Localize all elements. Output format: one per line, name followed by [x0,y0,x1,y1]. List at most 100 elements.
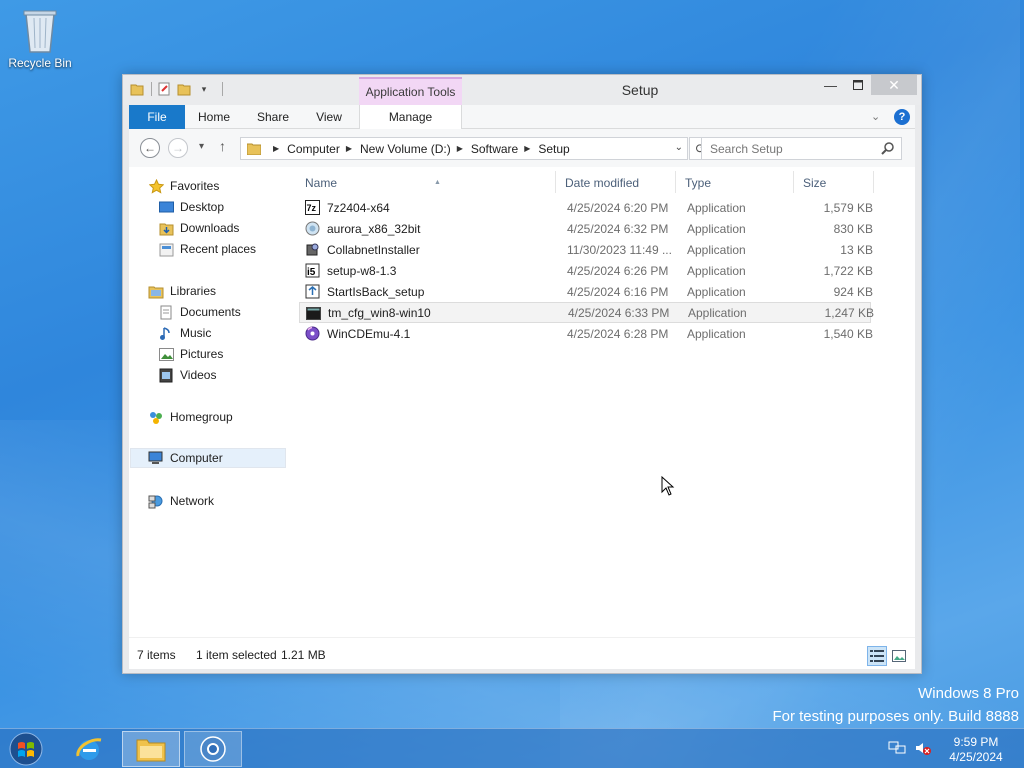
recycle-bin-label: Recycle Bin [8,56,72,70]
help-icon[interactable]: ? [894,109,910,125]
column-header-name[interactable]: Name ▲ [305,171,555,195]
system-clock[interactable]: 9:59 PM 4/25/2024 [936,735,1016,765]
sort-ascending-icon: ▲ [434,179,441,186]
tab-manage[interactable]: Manage [359,105,462,130]
search-box[interactable] [701,137,902,160]
startisback-icon [305,284,320,299]
explorer-window: ▾ Application Tools Setup — ✕ File Home … [122,74,922,674]
folder-icon [246,143,262,155]
file-list: Name ▲ Date modified Type Size 7z 7z2404-… [299,167,915,637]
column-header-size[interactable]: Size [799,171,873,195]
windows-logo-icon [9,732,43,766]
breadcrumb-new-volume[interactable]: New Volume (D:) ▶ [360,142,471,156]
address-bar[interactable]: ▶ Computer ▶ New Volume (D:) ▶ Software ▶ S… [240,137,688,160]
recycle-bin-icon [20,6,60,54]
file-row[interactable]: tm_cfg_win8-win10 4/25/2024 6:33 PM Applic… [299,302,874,323]
file-row[interactable]: 7z 7z2404-x64 4/25/2024 6:20 PM Application… [299,197,873,218]
homegroup-icon [148,409,164,425]
file-name: aurora_x86_32bit [327,221,421,236]
documents-icon [158,304,174,320]
maximize-button[interactable] [844,75,871,95]
file-type: Application [687,326,746,341]
toolbar-divider [151,82,152,96]
file-name: StartIsBack_setup [327,284,425,299]
start-button[interactable] [6,731,46,767]
file-size: 1,579 KB [823,200,873,215]
tab-file[interactable]: File [129,105,185,129]
breadcrumb-software[interactable]: Software ▶ [471,142,539,156]
nav-recent-places[interactable]: Recent places [158,239,256,259]
file-name: setup-w8-1.3 [327,263,397,278]
file-size: 1,247 KB [824,305,874,320]
file-date: 4/25/2024 6:33 PM [568,305,670,320]
back-button[interactable]: ← [140,138,160,158]
nav-computer[interactable]: Computer [130,448,286,468]
desktop-icon-recycle-bin[interactable]: Recycle Bin [6,6,74,70]
customize-toolbar-icon[interactable]: ▾ [196,81,212,97]
forward-button[interactable]: → [168,138,188,158]
watermark-build: For testing purposes only. Build 8888 [772,708,1019,725]
nav-favorites[interactable]: Favorites [148,176,219,196]
nav-libraries[interactable]: Libraries [148,281,216,301]
toolbar-divider [222,82,223,96]
taskbar-chrome[interactable] [184,731,242,767]
tab-view[interactable]: View [311,105,347,129]
up-button[interactable]: ↑ [219,138,226,154]
watermark-edition: Windows 8 Pro [918,685,1019,702]
file-date: 4/25/2024 6:16 PM [567,284,669,299]
mouse-cursor-icon [661,476,675,496]
recent-places-icon [158,241,174,257]
column-divider[interactable] [793,171,794,193]
file-explorer-icon [136,739,166,762]
network-status-icon[interactable] [888,740,906,759]
libraries-icon [148,283,164,299]
details-view-button[interactable] [867,646,887,666]
nav-music[interactable]: Music [158,323,211,343]
folder-icon[interactable] [129,81,145,97]
address-dropdown-icon[interactable]: ⌄ [675,142,683,153]
nav-pictures[interactable]: Pictures [158,344,223,364]
nav-label: Downloads [180,221,240,235]
file-row[interactable]: WinCDEmu-4.1 4/25/2024 6:28 PM Application… [299,323,873,344]
file-size: 1,722 KB [823,263,873,278]
search-input[interactable] [710,141,870,156]
new-folder-icon[interactable] [176,81,192,97]
nav-homegroup[interactable]: Homegroup [148,407,233,427]
status-bar: 7 items 1 item selected 1.21 MB [129,637,915,669]
nav-videos[interactable]: Videos [158,365,216,385]
title-bar[interactable]: ▾ Application Tools Setup — ✕ [123,75,921,105]
minimize-button[interactable]: — [817,75,844,95]
column-divider[interactable] [675,171,676,193]
column-header-type[interactable]: Type [681,171,793,195]
volume-muted-icon[interactable] [914,740,932,759]
taskbar-file-explorer[interactable] [122,731,180,767]
expand-ribbon-icon[interactable]: ⌄ [871,110,880,123]
tab-home[interactable]: Home [193,105,235,129]
file-row[interactable]: CollabnetInstaller 11/30/2023 11:49 ... Ap… [299,239,873,260]
search-icon[interactable] [881,141,895,158]
close-button[interactable]: ✕ [871,75,917,95]
file-row[interactable]: StartIsBack_setup 4/25/2024 6:16 PM Applic… [299,281,873,302]
7zip-icon: 7z [305,200,320,215]
nav-network[interactable]: Network [148,491,214,511]
network-icon [148,493,164,509]
properties-icon[interactable] [156,81,172,97]
column-header-date[interactable]: Date modified [561,171,675,195]
file-row[interactable]: aurora_x86_32bit 4/25/2024 6:32 PM Applica… [299,218,873,239]
column-divider[interactable] [873,171,874,193]
recent-locations-icon[interactable]: ▾ [199,141,204,152]
tab-share[interactable]: Share [251,105,295,129]
ribbon-tabs: File Home Share View Manage ⌄ ? [129,105,915,130]
column-divider[interactable] [555,171,556,193]
nav-desktop[interactable]: Desktop [158,197,224,217]
breadcrumb-computer[interactable]: Computer ▶ [287,142,360,156]
console-icon [306,306,321,321]
taskbar-internet-explorer[interactable] [60,731,118,767]
breadcrumb-root-arrow[interactable]: ▶ [267,144,287,153]
nav-downloads[interactable]: Downloads [158,218,239,238]
file-row[interactable]: i5 setup-w8-1.3 4/25/2024 6:26 PM Applicati… [299,260,873,281]
large-icons-view-button[interactable] [889,646,909,666]
breadcrumb-setup[interactable]: Setup [538,142,569,156]
nav-label: Homegroup [170,410,233,424]
nav-documents[interactable]: Documents [158,302,241,322]
